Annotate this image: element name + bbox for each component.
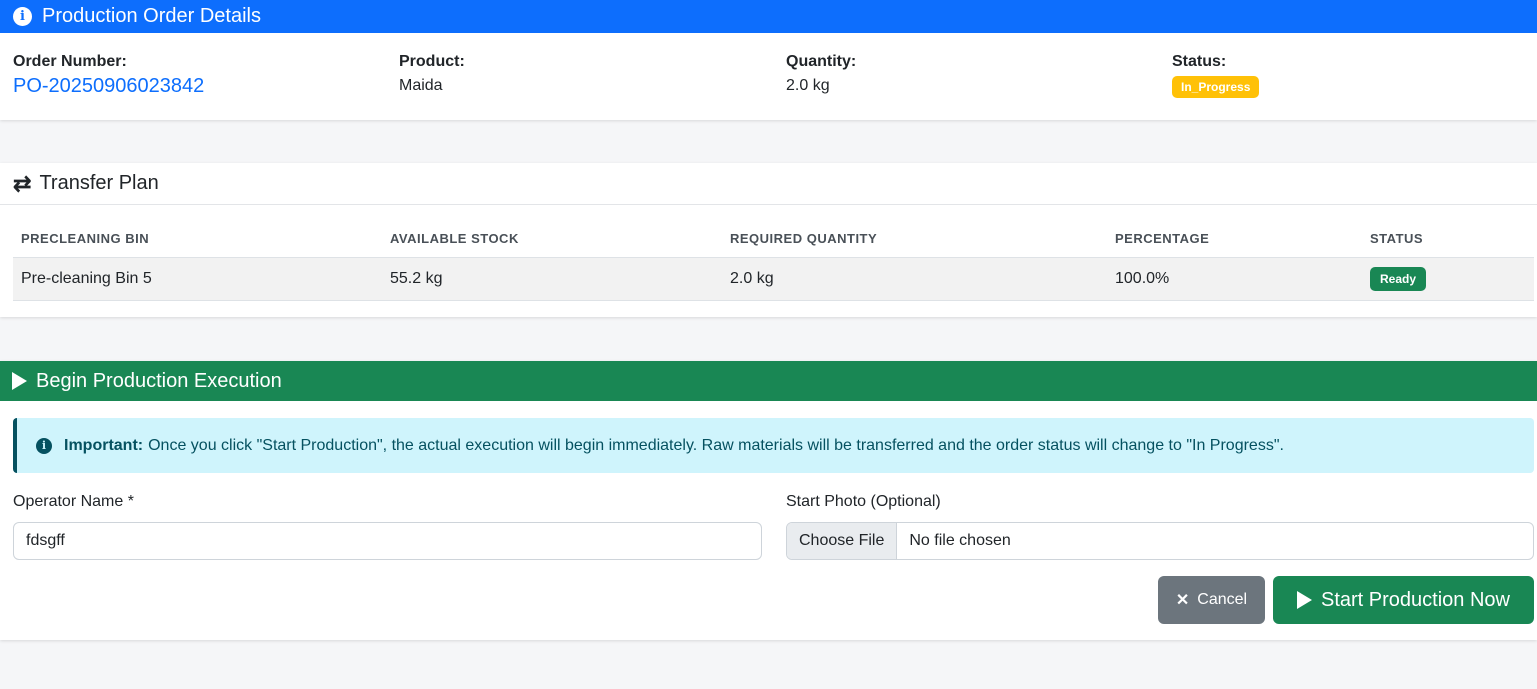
cancel-button-label: Cancel [1197,591,1248,608]
col-header-required-quantity: REQUIRED QUANTITY [722,221,1107,258]
alert-message: Once you click "Start Production", the a… [148,436,1284,454]
order-number-link[interactable]: PO-20250906023842 [13,75,204,98]
start-production-label: Start Production Now [1321,588,1510,611]
cell-status: Ready [1362,257,1534,301]
file-status-text: No file chosen [909,532,1011,549]
execution-header: Begin Production Execution [0,361,1537,401]
info-icon: i [36,437,52,454]
cell-required-quantity: 2.0 kg [722,257,1107,301]
transfer-arrows-icon: ⇄ [13,170,32,196]
cancel-button[interactable]: ✕ Cancel [1158,576,1265,624]
product-label: Product: [399,53,465,70]
order-number-field: Order Number: PO-20250906023842 [13,53,204,98]
transfer-plan-table: PRECLEANING BIN AVAILABLE STOCK REQUIRED… [13,221,1534,301]
cell-bin: Pre-cleaning Bin 5 [13,257,382,301]
play-icon [1297,591,1312,609]
col-header-precleaning-bin: PRECLEANING BIN [13,221,382,258]
choose-file-button[interactable]: Choose File [787,523,898,559]
table-row: Pre-cleaning Bin 5 55.2 kg 2.0 kg 100.0%… [13,257,1534,301]
cell-percentage: 100.0% [1107,257,1362,301]
quantity-field: Quantity: 2.0 kg [786,53,856,95]
operator-name-label: Operator Name * [13,493,134,510]
alert-strong-text: Important: [64,436,144,454]
order-details-card: i Production Order Details Order Number:… [0,0,1537,120]
table-header-row: PRECLEANING BIN AVAILABLE STOCK REQUIRED… [13,221,1534,258]
start-photo-label: Start Photo (Optional) [786,493,941,510]
transfer-plan-header: ⇄ Transfer Plan [0,163,1537,205]
quantity-label: Quantity: [786,53,857,70]
order-details-title: Production Order Details [42,5,261,27]
ready-badge: Ready [1370,266,1427,291]
col-header-status: STATUS [1362,221,1534,258]
col-header-available-stock: AVAILABLE STOCK [382,221,722,258]
execution-title: Begin Production Execution [36,369,282,392]
play-icon [12,372,27,390]
transfer-plan-card: ⇄ Transfer Plan PRECLEANING BIN AVAILABL… [0,163,1537,317]
product-value: Maida [399,77,443,94]
start-production-button[interactable]: Start Production Now [1273,576,1534,624]
operator-name-input[interactable] [13,522,762,560]
execution-card: Begin Production Execution i Important: … [0,361,1537,640]
important-alert: i Important: Once you click "Start Produ… [13,418,1534,473]
cell-available-stock: 55.2 kg [382,257,722,301]
transfer-plan-title: Transfer Plan [39,172,159,194]
info-icon: i [13,7,32,26]
close-icon: ✕ [1175,592,1190,609]
status-badge: In_Progress [1172,76,1260,98]
order-details-header: i Production Order Details [0,0,1537,33]
order-number-label: Order Number: [13,53,127,70]
col-header-percentage: PERCENTAGE [1107,221,1362,258]
status-label: Status: [1172,53,1227,70]
start-photo-file-input[interactable]: Choose File No file chosen [786,522,1534,560]
product-field: Product: Maida [399,53,465,95]
status-field: Status: In_Progress [1172,53,1260,98]
quantity-value: 2.0 kg [786,77,830,94]
